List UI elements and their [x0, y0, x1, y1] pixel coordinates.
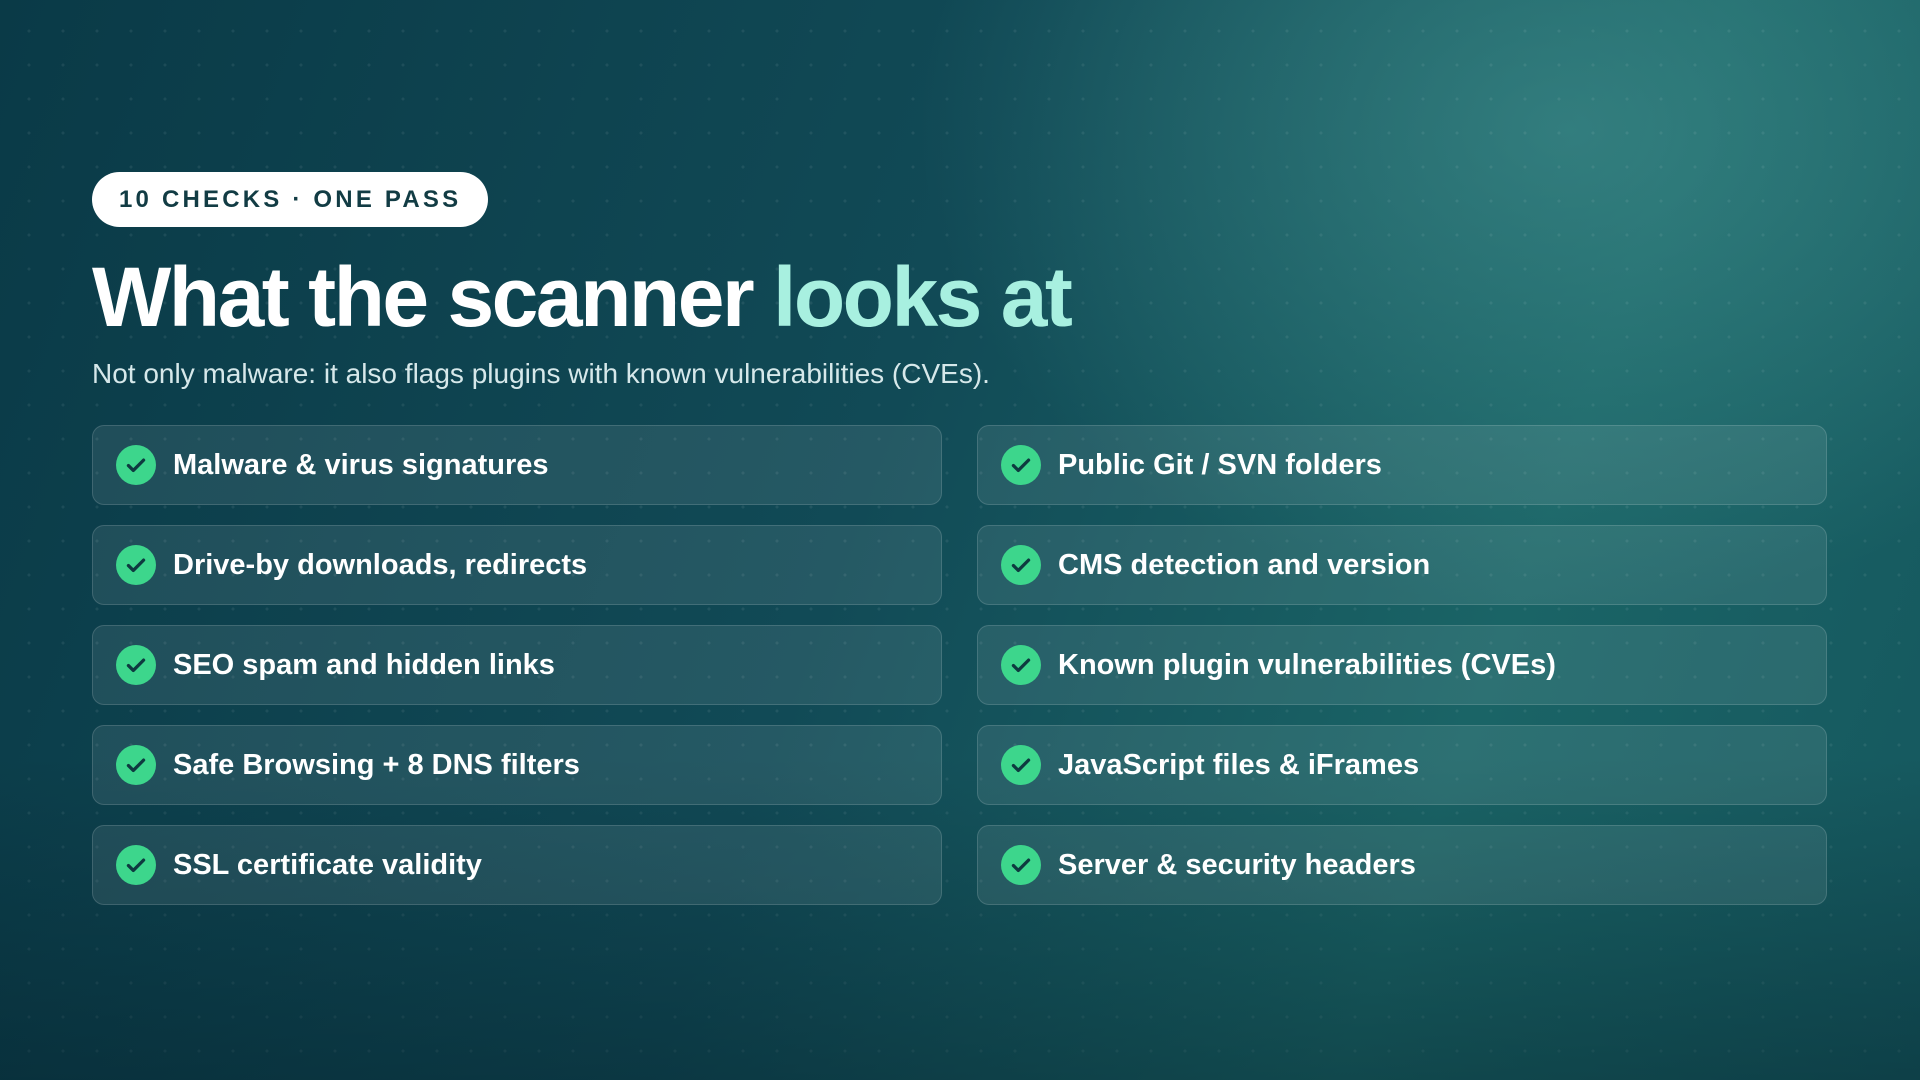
check-item-label: JavaScript files & iFrames	[1058, 748, 1420, 781]
check-circle-icon	[1001, 545, 1041, 585]
checks-grid: Malware & virus signatures Public Git / …	[92, 425, 1828, 905]
check-item-malware: Malware & virus signatures	[92, 425, 942, 505]
check-item-javascript: JavaScript files & iFrames	[977, 725, 1827, 805]
page-subtitle: Not only malware: it also flags plugins …	[92, 358, 990, 389]
check-item-label: Public Git / SVN folders	[1058, 448, 1382, 481]
check-item-label: Safe Browsing + 8 DNS filters	[173, 748, 580, 781]
check-item-safe-browsing: Safe Browsing + 8 DNS filters	[92, 725, 942, 805]
check-item-plugin-cves: Known plugin vulnerabilities (CVEs)	[977, 625, 1827, 705]
check-circle-icon	[116, 745, 156, 785]
check-item-drive-by: Drive-by downloads, redirects	[92, 525, 942, 605]
check-item-label: SEO spam and hidden links	[173, 648, 555, 681]
check-circle-icon	[1001, 645, 1041, 685]
page-title: What the scanner looks at	[92, 255, 1828, 339]
check-circle-icon	[116, 645, 156, 685]
check-item-label: SSL certificate validity	[173, 848, 482, 881]
check-item-label: Server & security headers	[1058, 848, 1416, 881]
check-item-git-svn: Public Git / SVN folders	[977, 425, 1827, 505]
check-circle-icon	[116, 845, 156, 885]
check-circle-icon	[1001, 745, 1041, 785]
slide-content: 10 CHECKS · ONE PASS What the scanner lo…	[92, 172, 1828, 905]
title-accent: looks at	[772, 250, 1073, 344]
check-item-seo-spam: SEO spam and hidden links	[92, 625, 942, 705]
check-circle-icon	[1001, 445, 1041, 485]
check-item-label: CMS detection and version	[1058, 548, 1431, 581]
check-item-label: Drive-by downloads, redirects	[173, 548, 588, 581]
title-main: What the scanner	[92, 250, 755, 344]
check-item-headers: Server & security headers	[977, 825, 1827, 905]
checks-badge: 10 CHECKS · ONE PASS	[92, 172, 489, 227]
check-item-label: Known plugin vulnerabilities (CVEs)	[1058, 648, 1556, 681]
check-item-label: Malware & virus signatures	[173, 448, 549, 481]
check-item-cms: CMS detection and version	[977, 525, 1827, 605]
check-circle-icon	[116, 545, 156, 585]
check-item-ssl: SSL certificate validity	[92, 825, 942, 905]
check-circle-icon	[116, 445, 156, 485]
check-circle-icon	[1001, 845, 1041, 885]
